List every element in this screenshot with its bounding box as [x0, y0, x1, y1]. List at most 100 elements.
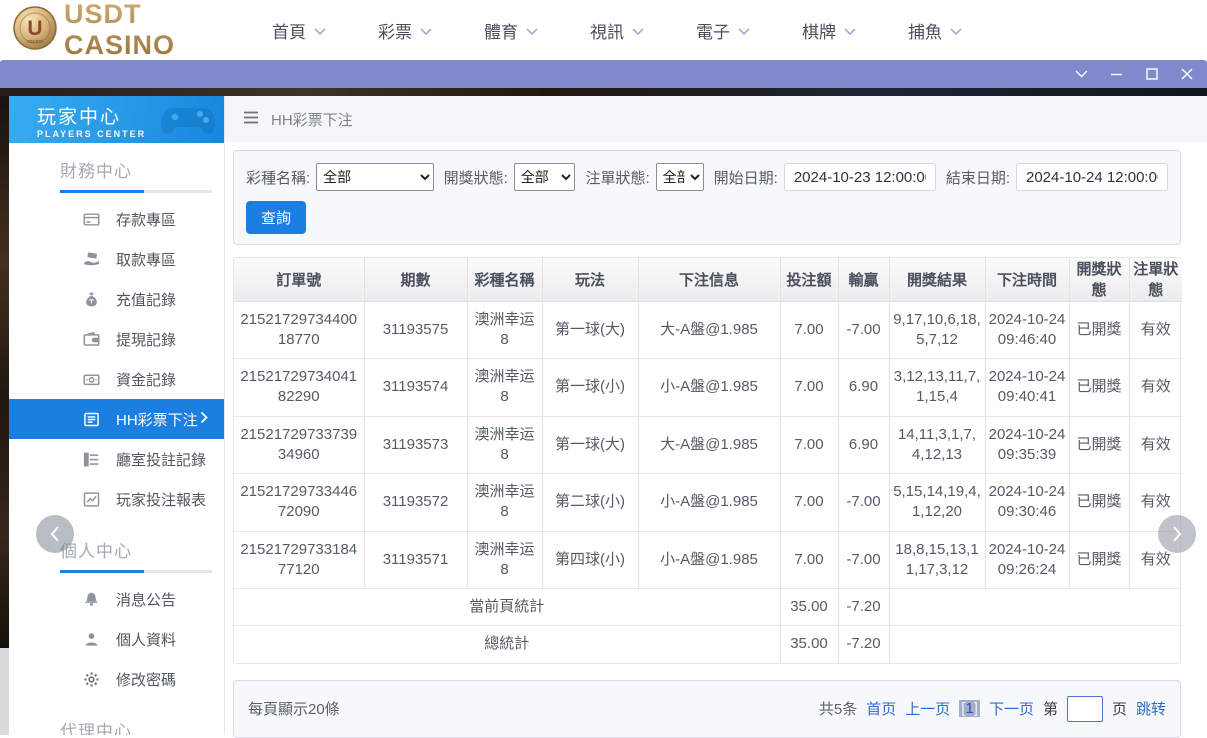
background-left-strip	[0, 96, 9, 648]
sidebar: 玩家中心 PLAYERS CENTER 財務中心 存款專區 取款專區 充值記錄 提現記錄…	[9, 96, 225, 735]
window-close-icon[interactable]	[1179, 67, 1194, 82]
sidebar-collapse-button[interactable]	[36, 515, 74, 553]
nav-item[interactable]: 首頁	[272, 18, 326, 43]
table-row: 2152172973440018770 31193575 澳洲幸运8 第一球(大) 大-…	[234, 301, 1182, 359]
table-cell: 31193571	[364, 531, 468, 589]
chevron-down-icon	[738, 20, 750, 40]
nav-item-label: 電子	[696, 22, 730, 42]
table-cell: 第四球(小)	[542, 531, 639, 589]
report-chart-icon	[82, 490, 100, 508]
table-cell: 大-A盤@1.985	[638, 416, 781, 474]
player-center-window: 玩家中心 PLAYERS CENTER 財務中心 存款專區 取款專區 充值記錄 提現記錄…	[9, 96, 1207, 738]
column-header: 注單狀態	[1129, 258, 1182, 302]
nav-item-label: 視訊	[590, 22, 624, 42]
column-header: 玩法	[542, 258, 639, 302]
table-cell: 小-A盤@1.985	[638, 358, 781, 417]
query-button[interactable]: 查詢	[246, 201, 307, 234]
sidebar-item[interactable]: 存款專區	[9, 199, 224, 239]
sidebar-item[interactable]: 玩家投注報表	[9, 479, 224, 519]
table-cell: 6.90	[838, 358, 890, 417]
table-cell: 已開獎	[1069, 301, 1130, 359]
sidebar-item[interactable]: 充值記錄	[9, 279, 224, 319]
table-cell: 2024-10-24 09:35:39	[985, 416, 1070, 474]
window-dropdown-icon[interactable]	[1074, 67, 1089, 82]
start-date-label: 開始日期:	[713, 169, 778, 187]
table-cell: 31193573	[364, 416, 468, 474]
table-cell: 2152172973373934960	[234, 416, 365, 474]
sidebar-item[interactable]: 修改密碼	[9, 659, 224, 699]
main-content: HH彩票下注 彩種名稱: 全部 開獎狀態: 全部 注單狀態: 全部 開始日期: …	[225, 96, 1207, 738]
table-cell: 7.00	[780, 358, 839, 417]
order-status-select[interactable]: 全部	[655, 163, 704, 191]
jump-link[interactable]: 跳转	[1136, 698, 1166, 719]
sidebar-item[interactable]: 提現記錄	[9, 319, 224, 359]
sidebar-item-label: 資金記錄	[116, 371, 177, 389]
end-date-label: 結束日期:	[945, 169, 1010, 187]
summary-win-loss: -7.20	[838, 588, 890, 626]
table-cell: 第一球(小)	[542, 358, 639, 417]
start-date-input[interactable]	[783, 163, 936, 191]
current-page-indicator[interactable]: 1	[959, 700, 980, 717]
nav-item-label: 體育	[484, 22, 518, 42]
nav-item[interactable]: 捕魚	[908, 18, 962, 43]
table-cell: 6.90	[838, 416, 890, 474]
summary-empty	[889, 588, 1182, 626]
site-logo[interactable]: U casino USDT CASINO	[12, 0, 250, 61]
lottery-name-select[interactable]: 全部	[316, 163, 434, 191]
sidebar-item[interactable]: 取款專區	[9, 239, 224, 279]
nav-item-label: 捕魚	[908, 22, 942, 42]
table-cell: 有效	[1129, 358, 1182, 417]
menu-icon[interactable]	[243, 111, 259, 128]
sidebar-item[interactable]: 個人資料	[9, 619, 224, 659]
window-titlebar	[0, 60, 1207, 88]
end-date-input[interactable]	[1016, 163, 1168, 191]
usdt-coin-logo-icon: U casino	[12, 5, 58, 56]
summary-row: 當前頁統計 35.00 -7.20	[234, 588, 1182, 626]
gamepad-icon	[158, 100, 218, 145]
table-cell: 7.00	[780, 473, 839, 532]
sidebar-item[interactable]: HH彩票下注	[9, 399, 224, 439]
sidebar-item[interactable]: 消息公告	[9, 579, 224, 619]
window-maximize-icon[interactable]	[1144, 67, 1159, 82]
chevron-down-icon	[632, 20, 644, 40]
bell-icon	[82, 590, 100, 608]
table-cell: 有效	[1129, 301, 1182, 359]
sidebar-item-label: 提現記錄	[116, 331, 177, 349]
table-cell: 2152172973440018770	[234, 301, 365, 359]
table-cell: 7.00	[780, 301, 839, 359]
prev-page-link[interactable]: 上一页	[905, 698, 950, 719]
sidebar-item-label: 消息公告	[116, 591, 177, 609]
table-cell: 已開獎	[1069, 358, 1130, 417]
chevron-right-icon	[200, 411, 208, 428]
table-cell: 澳洲幸运8	[467, 416, 543, 474]
nav-item[interactable]: 電子	[696, 18, 750, 43]
column-header: 下注時間	[985, 258, 1070, 302]
nav-item-label: 彩票	[378, 22, 412, 42]
svg-text:U: U	[27, 17, 42, 40]
column-header: 期數	[364, 258, 468, 302]
total-records-label: 共5条	[818, 701, 858, 718]
next-page-link[interactable]: 下一页	[989, 698, 1034, 719]
nav-item[interactable]: 視訊	[590, 18, 644, 43]
page-jump-input[interactable]	[1066, 695, 1103, 722]
sidebar-item[interactable]: 廳室投註記錄	[9, 439, 224, 479]
first-page-link[interactable]: 首页	[866, 698, 896, 719]
table-cell: 31193574	[364, 358, 468, 417]
table-cell: 31193575	[364, 301, 468, 359]
nav-item[interactable]: 棋牌	[802, 18, 856, 43]
sidebar-section-label: 財務中心	[60, 162, 132, 181]
table-cell: 14,11,3,1,7,4,12,13	[889, 416, 986, 474]
scroll-right-button[interactable]	[1158, 515, 1196, 553]
summary-label: 當前頁統計	[234, 588, 781, 626]
nav-item[interactable]: 彩票	[378, 18, 432, 43]
table-cell: 已開獎	[1069, 416, 1130, 474]
table-cell: 31193572	[364, 473, 468, 532]
draw-status-select[interactable]: 全部	[513, 163, 576, 191]
table-cell: 18,8,15,13,11,17,3,12	[889, 531, 986, 589]
sidebar-item[interactable]: 資金記錄	[9, 359, 224, 399]
money-bag-icon	[82, 290, 100, 308]
table-cell: 澳洲幸运8	[467, 473, 543, 532]
nav-item[interactable]: 體育	[484, 18, 538, 43]
window-minimize-icon[interactable]	[1109, 67, 1124, 82]
background-left-strip-bottom	[0, 648, 9, 735]
